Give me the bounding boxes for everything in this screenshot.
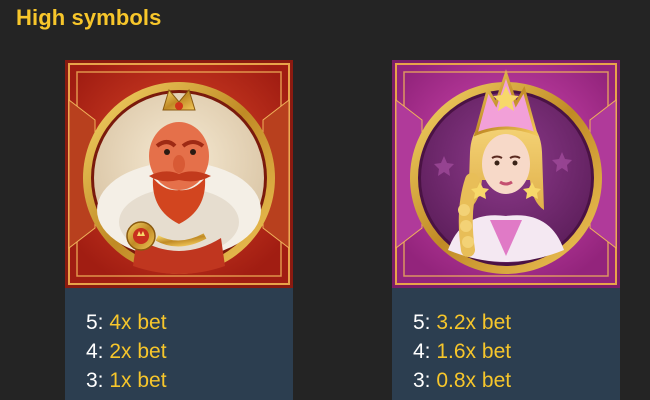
princess-payout-list: 5: 3.2x bet 4: 1.6x bet 3: 0.8x bet (413, 308, 511, 395)
payout-multiplier: 4x bet (109, 311, 167, 334)
payout-count: 3: (413, 369, 431, 392)
princess-symbol-card: 5: 3.2x bet 4: 1.6x bet 3: 0.8x bet (392, 60, 620, 400)
payout-row: 3: 0.8x bet (413, 366, 511, 395)
payout-multiplier: 1.6x bet (436, 340, 512, 363)
payout-row: 4: 2x bet (86, 337, 167, 366)
king-symbol-icon (65, 60, 293, 288)
payout-multiplier: 0.8x bet (436, 369, 512, 392)
payout-count: 4: (86, 340, 104, 363)
king-symbol-card: 5: 4x bet 4: 2x bet 3: 1x bet (65, 60, 293, 400)
princess-payout-panel: 5: 3.2x bet 4: 1.6x bet 3: 0.8x bet (392, 288, 620, 400)
payout-multiplier: 1x bet (109, 369, 167, 392)
princess-symbol-icon (392, 60, 620, 288)
payout-row: 3: 1x bet (86, 366, 167, 395)
payout-row: 4: 1.6x bet (413, 337, 511, 366)
king-payout-panel: 5: 4x bet 4: 2x bet 3: 1x bet (65, 288, 293, 400)
king-payout-list: 5: 4x bet 4: 2x bet 3: 1x bet (86, 308, 167, 395)
payout-count: 4: (413, 340, 431, 363)
section-title: High symbols (16, 5, 162, 30)
payout-row: 5: 4x bet (86, 308, 167, 337)
payout-multiplier: 2x bet (109, 340, 167, 363)
payout-count: 5: (413, 311, 431, 334)
payout-count: 3: (86, 369, 104, 392)
payout-multiplier: 3.2x bet (436, 311, 512, 334)
payout-count: 5: (86, 311, 104, 334)
payout-row: 5: 3.2x bet (413, 308, 511, 337)
